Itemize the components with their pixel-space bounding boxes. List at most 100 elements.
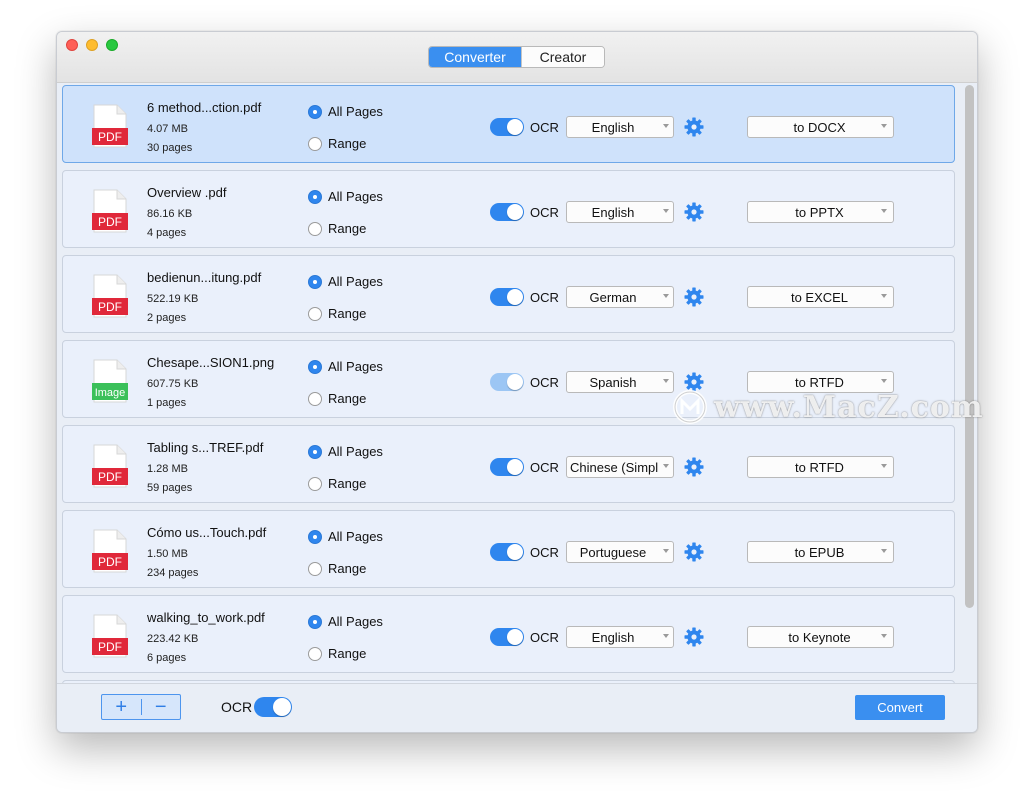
chevron-down-icon <box>663 209 669 213</box>
global-ocr-toggle[interactable] <box>254 697 292 717</box>
file-row-5[interactable]: PDF Tabling s...TREF.pdf 1.28 MB 59 page… <box>62 425 955 503</box>
file-size: 1.50 MB <box>147 548 188 560</box>
toggle-knob <box>507 459 523 475</box>
ocr-toggle[interactable] <box>490 288 524 306</box>
file-row-7[interactable]: PDF walking_to_work.pdf 223.42 KB 6 page… <box>62 595 955 673</box>
chevron-down-icon <box>663 634 669 638</box>
chevron-down-icon <box>881 294 887 298</box>
output-format-select[interactable]: to PPTX <box>747 201 894 223</box>
gear-icon[interactable] <box>684 202 704 222</box>
ocr-label: OCR <box>530 205 559 220</box>
ocr-toggle[interactable] <box>490 543 524 561</box>
file-type-badge: Image <box>95 387 126 399</box>
ocr-toggle[interactable] <box>490 203 524 221</box>
output-format-value: to RTFD <box>795 460 844 475</box>
file-name: walking_to_work.pdf <box>147 610 265 625</box>
ocr-language-select[interactable]: English <box>566 201 674 223</box>
output-format-select[interactable]: to Keynote <box>747 626 894 648</box>
file-type-badge: PDF <box>98 215 122 229</box>
file-size: 223.42 KB <box>147 633 199 645</box>
all-pages-label: All Pages <box>328 614 383 629</box>
all-pages-radio[interactable] <box>308 275 322 289</box>
file-row-2[interactable]: PDF Overview .pdf 86.16 KB 4 pages All P… <box>62 170 955 248</box>
all-pages-radio[interactable] <box>308 445 322 459</box>
file-row-6[interactable]: PDF Cómo us...Touch.pdf 1.50 MB 234 page… <box>62 510 955 588</box>
range-radio[interactable] <box>308 392 322 406</box>
file-page-count: 234 pages <box>147 567 199 579</box>
ocr-toggle[interactable] <box>490 118 524 136</box>
file-row-4[interactable]: Image Chesape...SION1.png 607.75 KB 1 pa… <box>62 340 955 418</box>
range-label: Range <box>328 476 367 491</box>
toggle-knob <box>507 544 523 560</box>
output-format-value: to RTFD <box>795 375 844 390</box>
file-type-icon: PDF <box>92 104 128 148</box>
range-radio[interactable] <box>308 137 322 151</box>
chevron-down-icon <box>881 464 887 468</box>
ocr-language-select[interactable]: English <box>566 116 674 138</box>
range-radio[interactable] <box>308 647 322 661</box>
global-ocr-label: OCR <box>221 699 253 715</box>
gear-icon[interactable] <box>684 457 704 477</box>
output-format-select[interactable]: to DOCX <box>747 116 894 138</box>
add-file-button[interactable]: + <box>102 695 141 719</box>
all-pages-label: All Pages <box>328 274 383 289</box>
all-pages-label: All Pages <box>328 189 383 204</box>
file-size: 607.75 KB <box>147 378 199 390</box>
zoom-window-button[interactable] <box>106 39 118 51</box>
all-pages-label: All Pages <box>328 529 383 544</box>
output-format-select[interactable]: to RTFD <box>747 456 894 478</box>
file-type-badge: PDF <box>98 470 122 484</box>
remove-file-button[interactable]: − <box>142 695 181 719</box>
gear-icon[interactable] <box>684 117 704 137</box>
ocr-language-select[interactable]: Spanish <box>566 371 674 393</box>
ocr-toggle[interactable] <box>490 628 524 646</box>
output-format-select[interactable]: to RTFD <box>747 371 894 393</box>
tab-converter[interactable]: Converter <box>429 47 521 67</box>
chevron-down-icon <box>663 549 669 553</box>
file-row-1[interactable]: PDF 6 method...ction.pdf 4.07 MB 30 page… <box>62 85 955 163</box>
close-window-button[interactable] <box>66 39 78 51</box>
output-format-select[interactable]: to EPUB <box>747 541 894 563</box>
ocr-language-select[interactable]: English <box>566 626 674 648</box>
vertical-scrollbar[interactable] <box>965 85 974 608</box>
file-row-3[interactable]: PDF bedienun...itung.pdf 522.19 KB 2 pag… <box>62 255 955 333</box>
all-pages-radio[interactable] <box>308 190 322 204</box>
ocr-toggle[interactable] <box>490 458 524 476</box>
ocr-label: OCR <box>530 375 559 390</box>
gear-icon[interactable] <box>684 372 704 392</box>
ocr-language-select[interactable]: German <box>566 286 674 308</box>
convert-button[interactable]: Convert <box>855 695 945 720</box>
bottom-toolbar: + − OCR Convert <box>57 683 977 732</box>
titlebar: Converter Creator <box>57 32 977 83</box>
all-pages-radio[interactable] <box>308 615 322 629</box>
range-radio[interactable] <box>308 562 322 576</box>
output-format-select[interactable]: to EXCEL <box>747 286 894 308</box>
minimize-window-button[interactable] <box>86 39 98 51</box>
all-pages-radio[interactable] <box>308 105 322 119</box>
range-label: Range <box>328 561 367 576</box>
all-pages-radio[interactable] <box>308 530 322 544</box>
tab-creator[interactable]: Creator <box>521 47 604 67</box>
file-size: 86.16 KB <box>147 208 193 220</box>
all-pages-radio[interactable] <box>308 360 322 374</box>
file-type-icon: PDF <box>92 189 128 233</box>
range-radio[interactable] <box>308 477 322 491</box>
gear-icon[interactable] <box>684 627 704 647</box>
gear-icon[interactable] <box>684 542 704 562</box>
ocr-toggle[interactable] <box>490 373 524 391</box>
file-list: PDF 6 method...ction.pdf 4.07 MB 30 page… <box>57 83 977 683</box>
chevron-down-icon <box>881 549 887 553</box>
chevron-down-icon <box>663 464 669 468</box>
ocr-language-value: German <box>589 290 637 305</box>
range-label: Range <box>328 391 367 406</box>
file-type-badge: PDF <box>98 300 122 314</box>
ocr-language-select[interactable]: Portuguese <box>566 541 674 563</box>
ocr-language-select[interactable]: Chinese (Simpli... <box>566 456 674 478</box>
range-radio[interactable] <box>308 307 322 321</box>
toggle-knob <box>507 629 523 645</box>
file-name: Cómo us...Touch.pdf <box>147 525 267 540</box>
gear-icon[interactable] <box>684 287 704 307</box>
range-radio[interactable] <box>308 222 322 236</box>
file-type-badge: PDF <box>98 640 122 654</box>
range-label: Range <box>328 136 367 151</box>
